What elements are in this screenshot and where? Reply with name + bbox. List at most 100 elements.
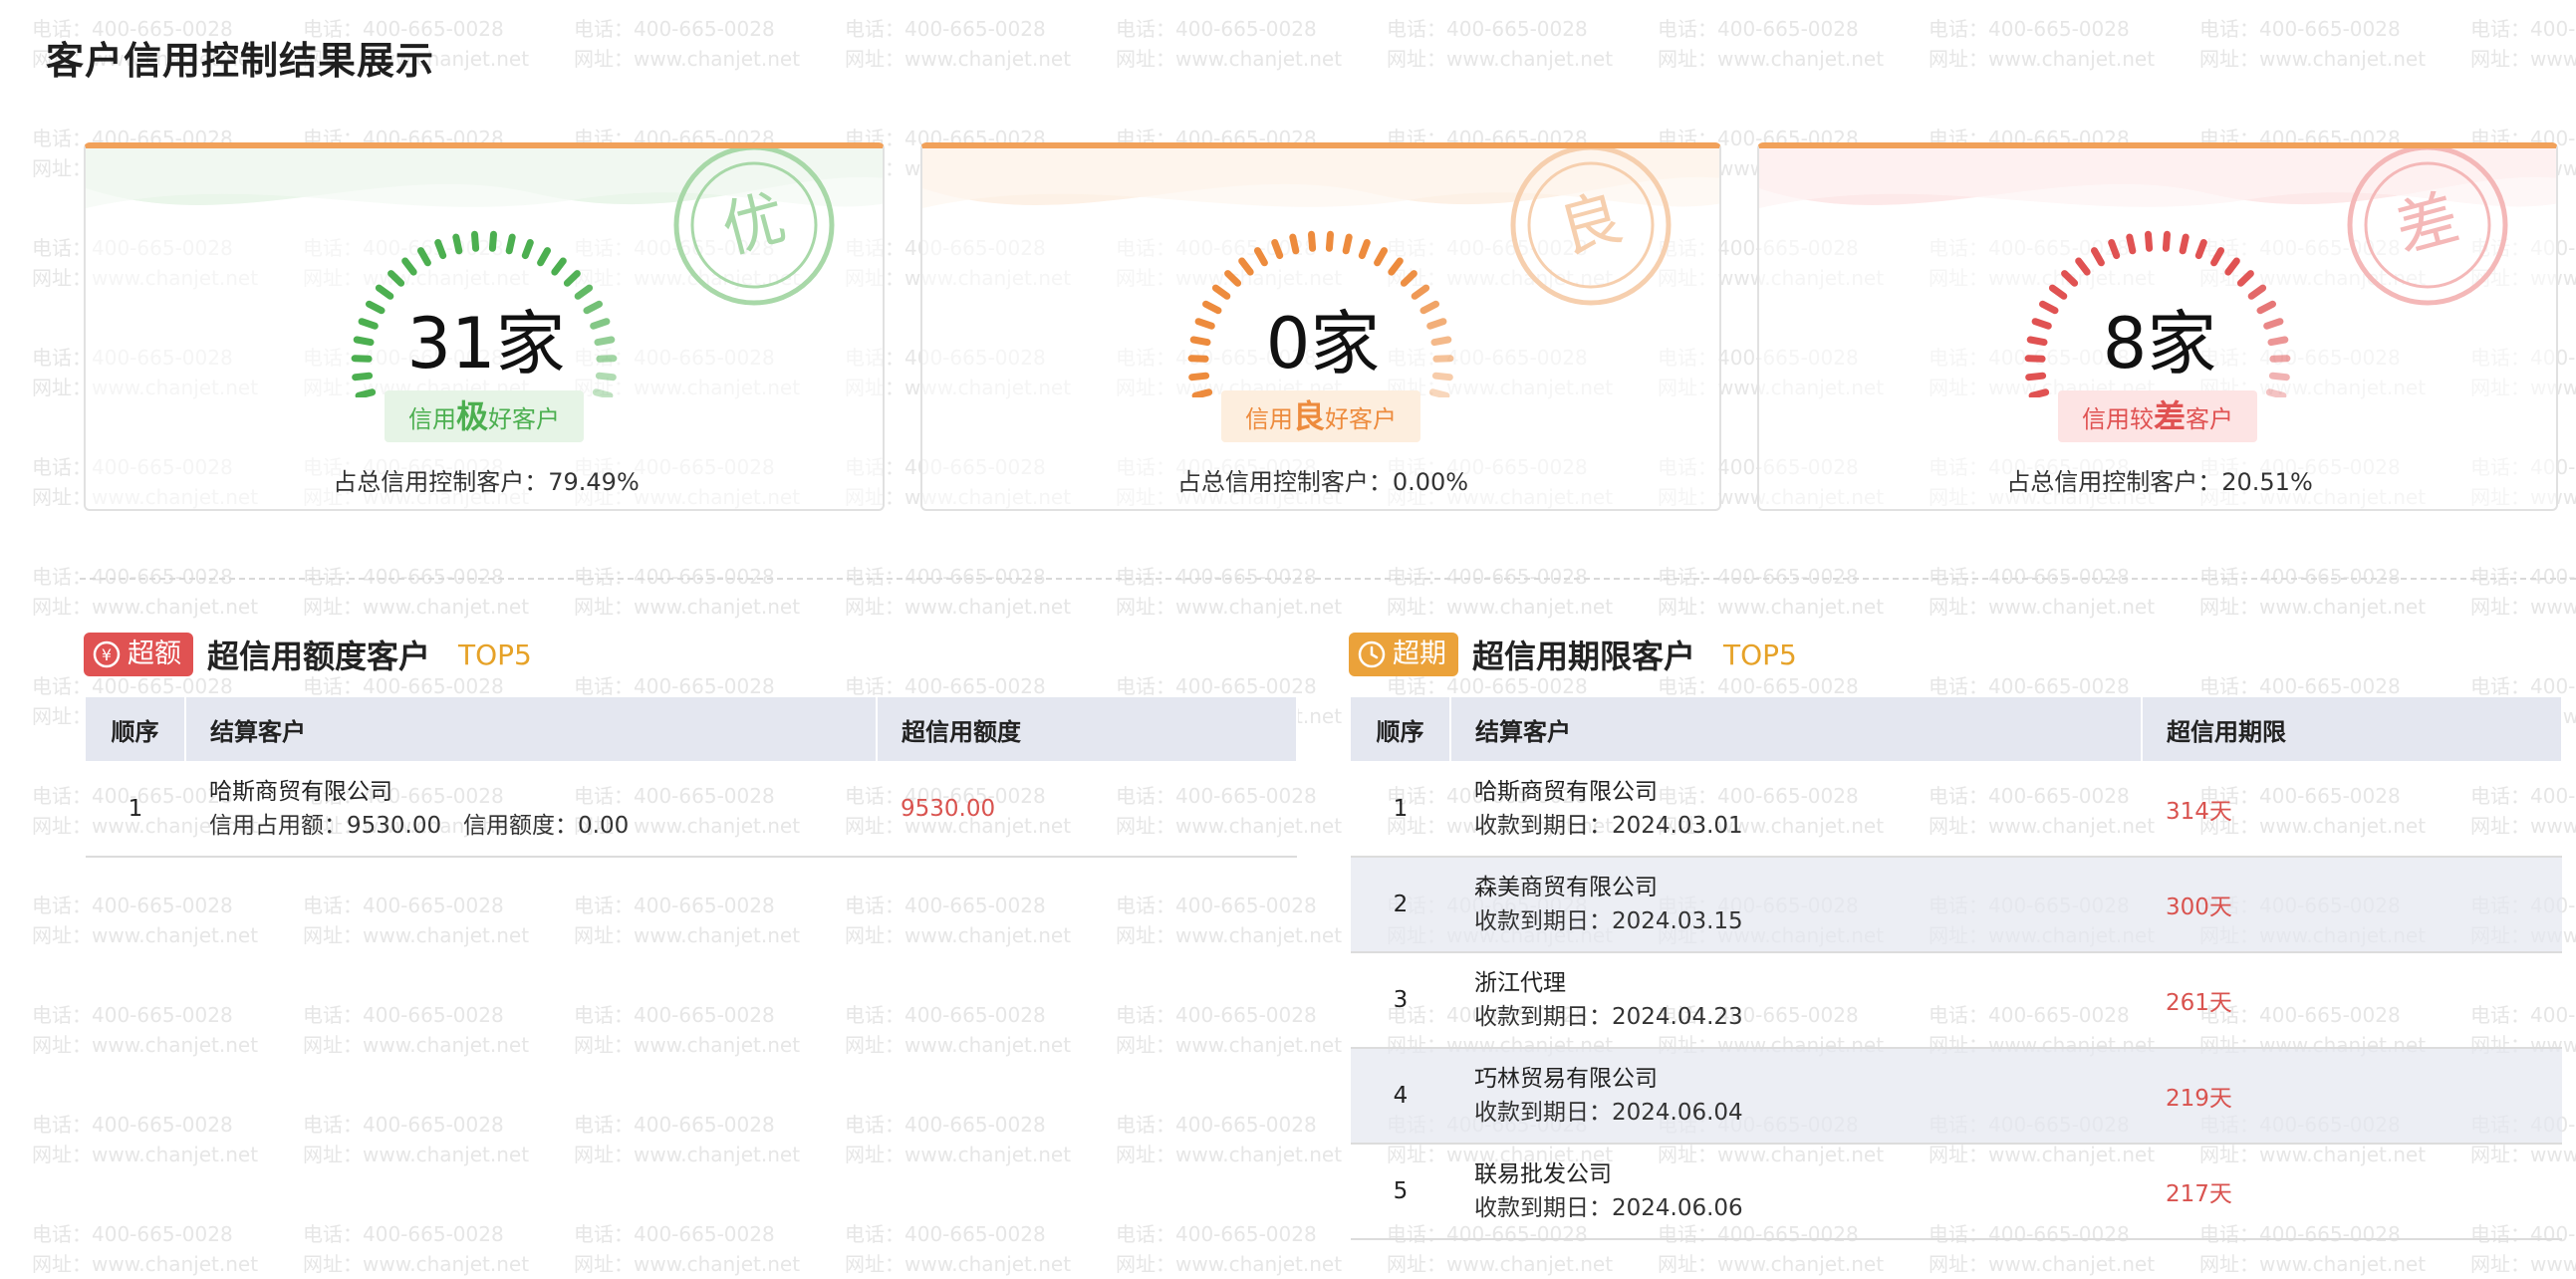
gauge-tick <box>1308 230 1317 252</box>
gauge-tick <box>452 233 463 255</box>
customer-name: 巧林贸易有限公司 <box>1474 1066 1658 1092</box>
gauge-tick <box>2224 257 2240 276</box>
customer-name: 哈斯商贸有限公司 <box>209 778 392 805</box>
table-row[interactable]: 1 哈斯商贸有限公司 收款到期日：2024.03.01 314天 <box>1351 761 2562 858</box>
page-title: 客户信用控制结果展示 <box>46 39 435 83</box>
badge-text: 客户 <box>2186 405 2234 433</box>
gauge-tick <box>592 388 614 397</box>
badge-text: 信用 <box>407 405 456 433</box>
row-seq: 4 <box>1351 1048 1450 1145</box>
gauge-tick <box>563 270 581 287</box>
over-limit-table: 顺序 结算客户 超信用额度 1 哈斯商贸有限公司 信用占用额：9530.00 信… <box>86 697 1298 858</box>
gauge-tick <box>1428 388 1450 397</box>
customer-name: 联易批发公司 <box>1474 1161 1612 1187</box>
column-header-customer: 结算客户 <box>185 697 878 761</box>
over-due-tag: 超期 <box>1349 633 1458 676</box>
credit-good-card: 良 0家 信用良好客户 占总信用控制客户：0.00% <box>920 142 1721 511</box>
over-limit-tag: ¥ 超额 <box>84 633 193 676</box>
gauge-tick <box>505 233 516 255</box>
section-top-label: TOP5 <box>458 638 532 671</box>
stamp-label: 良 <box>1551 180 1630 267</box>
gauge-tick <box>537 247 551 267</box>
customer-detail: 收款到期日：2024.06.06 <box>1474 1195 1743 1221</box>
table-row[interactable]: 5 联易批发公司 收款到期日：2024.06.06 217天 <box>1351 1144 2562 1240</box>
over-limit-header: ¥ 超额 超信用额度客户 TOP5 <box>84 631 532 678</box>
gauge-tick <box>1325 230 1334 252</box>
table-row[interactable]: 3 浙江代理 收款到期日：2024.04.23 261天 <box>1351 952 2562 1049</box>
row-value: 314天 <box>2142 761 2562 858</box>
gauge-tick <box>1358 239 1371 260</box>
gauge-tick <box>2091 247 2105 267</box>
badge-text: 信用较 <box>2081 405 2154 433</box>
credit-level-badge: 信用较差客户 <box>2057 390 2258 442</box>
gauge-tick <box>521 239 534 260</box>
row-customer: 哈斯商贸有限公司 收款到期日：2024.03.01 <box>1450 761 2142 858</box>
row-customer: 哈斯商贸有限公司 信用占用额：9530.00 信用额度：0.00 <box>185 761 877 858</box>
stamp-poor-icon: 差 <box>2347 148 2508 306</box>
gauge-tick <box>2265 388 2287 397</box>
yen-circle-icon: ¥ <box>93 640 121 668</box>
badge-text: 好客户 <box>488 405 561 433</box>
stamp-label: 优 <box>714 180 793 267</box>
badge-text: 信用 <box>1244 405 1293 433</box>
row-value: 261天 <box>2142 952 2562 1049</box>
customer-detail: 收款到期日：2024.04.23 <box>1474 1004 1743 1030</box>
row-customer: 森美商贸有限公司 收款到期日：2024.03.15 <box>1450 857 2142 953</box>
row-customer: 浙江代理 收款到期日：2024.04.23 <box>1450 952 2142 1049</box>
section-title: 超信用期限客户 <box>1472 638 1696 675</box>
gauge-tick <box>1238 257 1254 276</box>
customer-name: 森美商贸有限公司 <box>1474 875 1658 900</box>
card-count: 31家 <box>406 303 566 384</box>
gauge-tick <box>2108 239 2121 260</box>
row-value: 217天 <box>2142 1144 2562 1240</box>
customer-name: 浙江代理 <box>1474 970 1566 996</box>
gauge-tick <box>1400 270 1417 287</box>
gauge-tick <box>488 230 497 252</box>
stamp-label: 差 <box>2388 180 2466 267</box>
credit-poor-card: 差 8家 信用较差客户 占总信用控制客户：20.51% <box>1757 142 2558 511</box>
over-due-header: 超期 超信用期限客户 TOP5 <box>1349 631 1797 678</box>
gauge-tick <box>387 270 405 287</box>
table-row[interactable]: 1 哈斯商贸有限公司 信用占用额：9530.00 信用额度：0.00 9530.… <box>86 761 1297 858</box>
table-row[interactable]: 4 巧林贸易有限公司 收款到期日：2024.06.04 219天 <box>1351 1048 2562 1145</box>
over-due-table: 顺序 结算客户 超信用期限 1 哈斯商贸有限公司 收款到期日：2024.03.0… <box>1351 697 2563 1240</box>
gauge-tick <box>1388 257 1404 276</box>
gauge-tick <box>1342 233 1353 255</box>
row-seq: 1 <box>86 761 185 858</box>
column-header-seq: 顺序 <box>1351 697 1451 761</box>
gauge-tick <box>1374 247 1388 267</box>
row-value: 219天 <box>2142 1048 2562 1145</box>
gauge-tick <box>355 388 377 397</box>
card-count: 0家 <box>1265 303 1381 384</box>
section-title: 超信用额度客户 <box>207 638 431 675</box>
gauge-tick <box>434 239 447 260</box>
gauge-tick <box>1191 388 1213 397</box>
customer-detail: 收款到期日：2024.03.01 <box>1474 812 1743 839</box>
gauge-tick <box>2061 270 2079 287</box>
row-customer: 联易批发公司 收款到期日：2024.06.06 <box>1450 1144 2142 1240</box>
row-seq: 3 <box>1351 952 1450 1049</box>
customer-detail: 信用占用额：9530.00 信用额度：0.00 <box>209 812 630 839</box>
gauge-tick <box>2210 247 2224 267</box>
row-customer: 巧林贸易有限公司 收款到期日：2024.06.04 <box>1450 1048 2142 1145</box>
gauge-tick <box>1289 233 1300 255</box>
column-header-days: 超信用期限 <box>2142 697 2563 761</box>
gauge-tick <box>551 257 567 276</box>
gauge-tick <box>2028 388 2050 397</box>
badge-highlight: 良 <box>1292 397 1326 435</box>
gauge-tick <box>2162 230 2171 252</box>
column-header-customer: 结算客户 <box>1450 697 2143 761</box>
section-top-label: TOP5 <box>1723 638 1797 671</box>
credit-level-badge: 信用良好客户 <box>1220 390 1421 442</box>
gauge-tick <box>417 247 431 267</box>
clock-icon <box>1358 640 1386 668</box>
gauge-tick <box>2236 270 2254 287</box>
customer-name: 哈斯商贸有限公司 <box>1474 778 1658 805</box>
badge-highlight: 差 <box>2153 397 2187 435</box>
column-header-seq: 顺序 <box>86 697 186 761</box>
card-ratio: 占总信用控制客户：20.51% <box>2006 468 2313 496</box>
gauge-tick <box>2126 233 2137 255</box>
stamp-excellent-icon: 优 <box>673 148 835 306</box>
table-row[interactable]: 2 森美商贸有限公司 收款到期日：2024.03.15 300天 <box>1351 857 2562 953</box>
row-seq: 5 <box>1351 1144 1450 1240</box>
